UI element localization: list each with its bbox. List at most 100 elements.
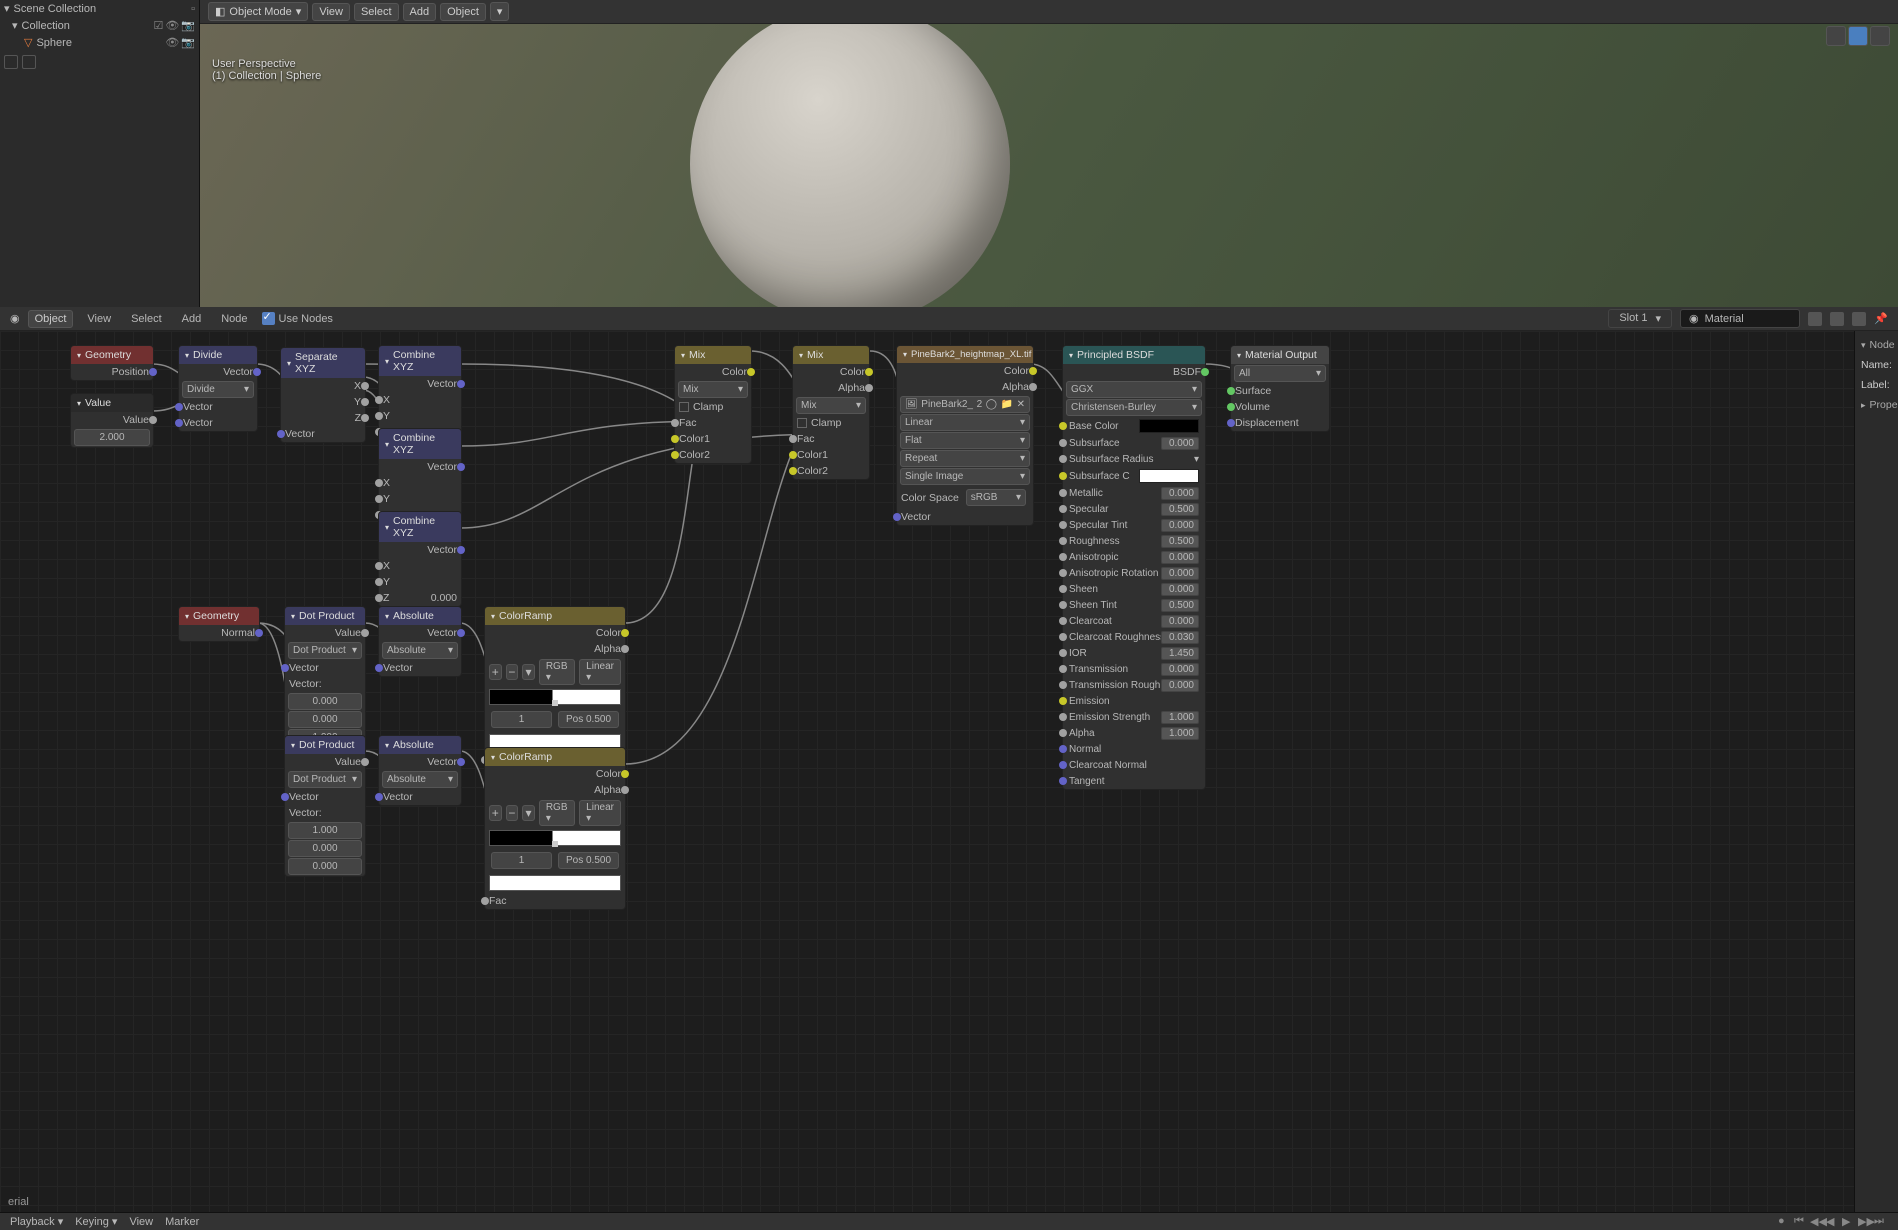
ramp-stop[interactable]	[552, 841, 558, 847]
node-geometry-2[interactable]: Geometry Normal	[178, 606, 260, 642]
node-material-output[interactable]: Material Output All▾ Surface Volume Disp…	[1230, 345, 1330, 432]
socket-out[interactable]	[149, 368, 157, 376]
duplicate-icon[interactable]	[1830, 312, 1844, 326]
socket-out[interactable]	[361, 758, 369, 766]
node-header[interactable]: Combine XYZ	[379, 346, 461, 376]
z-value[interactable]: 0.000	[431, 592, 457, 604]
bsdf-sheen[interactable]: Sheen0.000	[1063, 581, 1205, 597]
menu-view[interactable]: View	[312, 3, 350, 21]
bsdf-sheen-tint[interactable]: Sheen Tint0.500	[1063, 597, 1205, 613]
new-icon[interactable]: ◯	[986, 399, 997, 410]
param-value[interactable]: 0.000	[1161, 615, 1199, 628]
socket-out[interactable]	[865, 368, 873, 376]
socket-in[interactable]	[1059, 455, 1067, 463]
node-absolute-1[interactable]: Absolute Vector Absolute▾ Vector	[378, 606, 462, 677]
node-absolute-2[interactable]: Absolute Vector Absolute▾ Vector	[378, 735, 462, 806]
socket-in[interactable]	[893, 513, 901, 521]
node-principled-bsdf[interactable]: Principled BSDF BSDF GGX▾ Christensen-Bu…	[1062, 345, 1206, 790]
distribution-dropdown[interactable]: GGX▾	[1066, 381, 1202, 398]
outliner-root[interactable]: ▾ Scene Collection ▫	[0, 0, 199, 17]
bsdf-emission[interactable]: Emission	[1063, 693, 1205, 709]
menu-node[interactable]: Node	[215, 311, 253, 327]
socket-in[interactable]	[1059, 777, 1067, 785]
bsdf-subsurface-c[interactable]: Subsurface C	[1063, 467, 1205, 485]
object-mode-dropdown[interactable]: ◧ Object Mode ▾	[208, 2, 308, 21]
socket-out[interactable]	[747, 368, 755, 376]
node-image-texture[interactable]: PineBark2_heightmap_XL.tif Color Alpha 🖼…	[896, 345, 1034, 526]
jump-end-icon[interactable]: ⏭	[1874, 1215, 1888, 1229]
socket-out[interactable]	[457, 380, 465, 388]
open-icon[interactable]: 📁	[1001, 399, 1013, 410]
bsdf-anisotropic-rotation[interactable]: Anisotropic Rotation0.000	[1063, 565, 1205, 581]
socket-out[interactable]	[253, 368, 261, 376]
pin-icon[interactable]: 📌	[1874, 312, 1888, 326]
editor-type-icon[interactable]: ◉	[10, 312, 20, 325]
node-canvas[interactable]: Geometry Position Value Value 2.000 Divi…	[0, 331, 1898, 1212]
vec-x[interactable]: 1.000	[288, 822, 362, 839]
socket-in[interactable]	[1059, 617, 1067, 625]
bsdf-ior[interactable]: IOR1.450	[1063, 645, 1205, 661]
viewport-canvas[interactable]: User Perspective (1) Collection | Sphere	[200, 24, 1898, 307]
socket-in[interactable]	[375, 562, 383, 570]
socket-out[interactable]	[1029, 367, 1037, 375]
node-combine-xyz-2[interactable]: Combine XYZ Vector X Y Z0.000	[378, 428, 462, 524]
socket-in[interactable]	[671, 435, 679, 443]
socket-in[interactable]	[1059, 649, 1067, 657]
node-combine-xyz-3[interactable]: Combine XYZ Vector X Y Z0.000	[378, 511, 462, 607]
node-mix-1[interactable]: Mix Color Mix▾ Clamp Fac Color1 Color2	[674, 345, 752, 464]
prev-key-icon[interactable]: ◀◀	[1810, 1215, 1824, 1229]
socket-in[interactable]	[1059, 569, 1067, 577]
colorramp-gradient[interactable]	[489, 830, 621, 846]
material-name-field[interactable]: ◉ Material	[1680, 309, 1800, 328]
restrict-icon[interactable]: ▫	[191, 3, 195, 15]
socket-in[interactable]	[789, 435, 797, 443]
socket-out[interactable]	[621, 645, 629, 653]
socket-in[interactable]	[1059, 521, 1067, 529]
socket-in[interactable]	[375, 495, 383, 503]
socket-in[interactable]	[1059, 585, 1067, 593]
sss-method-dropdown[interactable]: Christensen-Burley▾	[1066, 399, 1202, 416]
node-geometry[interactable]: Geometry Position	[70, 345, 154, 381]
bsdf-tangent[interactable]: Tangent	[1063, 773, 1205, 789]
bsdf-emission-strength[interactable]: Emission Strength1.000	[1063, 709, 1205, 725]
menu-select[interactable]: Select	[125, 311, 168, 327]
node-header[interactable]: Combine XYZ	[379, 512, 461, 542]
socket-in[interactable]	[375, 396, 383, 404]
socket-out[interactable]	[621, 786, 629, 794]
param-value[interactable]: 0.000	[1161, 679, 1199, 692]
node-colorramp-2[interactable]: ColorRamp Color Alpha + − ▾ RGB ▾ Linear…	[484, 747, 626, 910]
checkbox-icon[interactable]: ☑	[153, 19, 163, 32]
stop-pos[interactable]: Pos 0.500	[558, 852, 619, 869]
play-reverse-icon[interactable]: ◀	[1826, 1215, 1840, 1229]
shield-icon[interactable]	[1808, 312, 1822, 326]
jump-start-icon[interactable]: ⏮	[1794, 1215, 1808, 1229]
param-value[interactable]: 0.000	[1161, 437, 1199, 450]
sphere-object[interactable]	[690, 24, 1010, 307]
bsdf-base-color[interactable]: Base Color	[1063, 417, 1205, 435]
socket-out[interactable]	[149, 416, 157, 424]
node-combine-xyz-1[interactable]: Combine XYZ Vector X Y Z0.000	[378, 345, 462, 441]
bsdf-alpha[interactable]: Alpha1.000	[1063, 725, 1205, 741]
outliner-collection[interactable]: ▾ Collection ☑ 👁 📷	[0, 17, 199, 34]
node-header[interactable]: Absolute	[379, 736, 461, 754]
chevron-down-icon[interactable]: ▾	[1194, 454, 1199, 465]
socket-in[interactable]	[375, 578, 383, 586]
socket-out[interactable]	[457, 463, 465, 471]
socket-in[interactable]	[1227, 419, 1235, 427]
shading-dropdown-icon[interactable]	[1870, 26, 1890, 46]
socket-in[interactable]	[175, 419, 183, 427]
clamp-checkbox[interactable]: Clamp	[793, 415, 869, 431]
properties-panel-header[interactable]: ▸Prope	[1859, 395, 1894, 415]
stop-color-swatch[interactable]	[489, 875, 621, 891]
socket-in[interactable]	[1059, 745, 1067, 753]
node-header[interactable]: Dot Product	[285, 607, 365, 625]
eye-icon[interactable]: 👁	[165, 36, 179, 49]
colorspace-dropdown[interactable]: sRGB▾	[966, 489, 1026, 506]
param-value[interactable]: 0.000	[1161, 519, 1199, 532]
param-value[interactable]: 0.030	[1161, 631, 1199, 644]
target-dropdown[interactable]: All▾	[1234, 365, 1326, 382]
socket-out[interactable]	[361, 398, 369, 406]
socket-out[interactable]	[457, 758, 465, 766]
param-value[interactable]: 0.000	[1161, 487, 1199, 500]
colorramp-gradient[interactable]	[489, 689, 621, 705]
